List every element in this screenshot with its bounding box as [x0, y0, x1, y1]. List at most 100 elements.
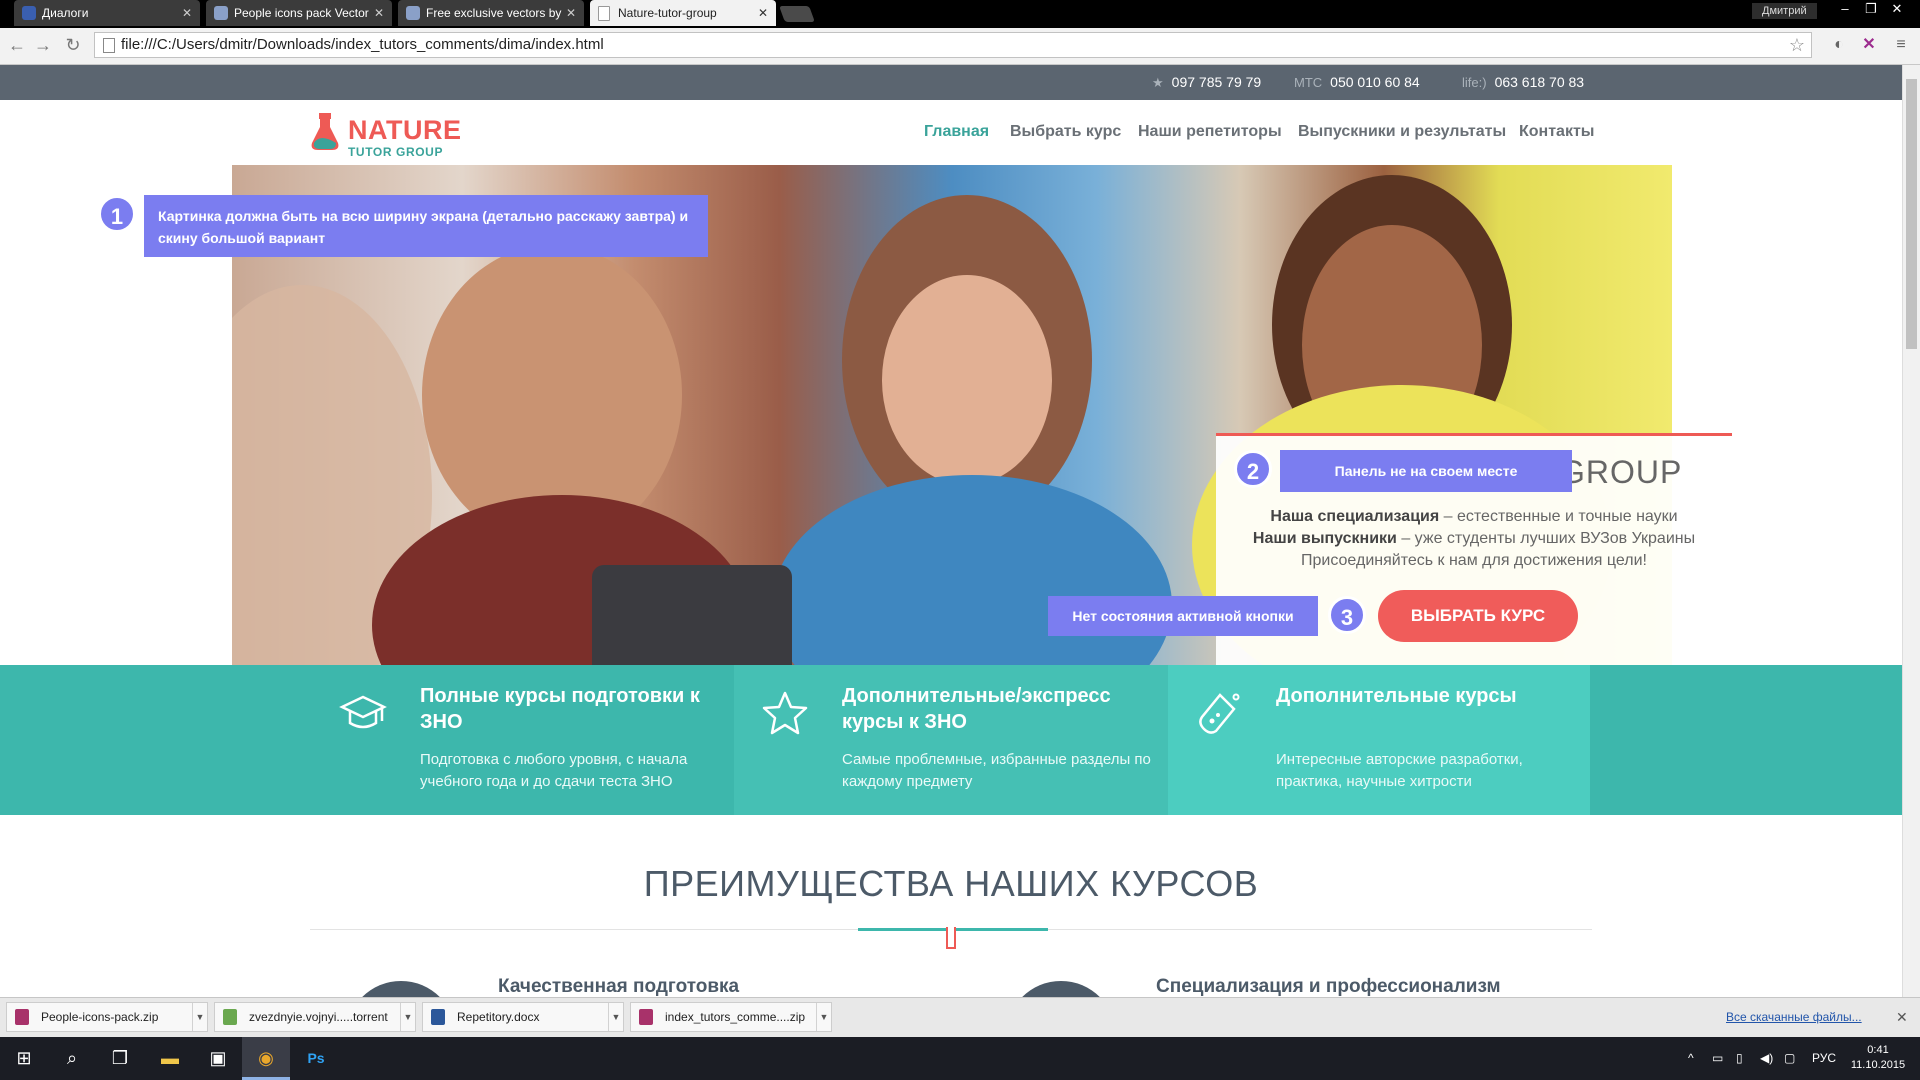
- start-icon[interactable]: ⊞: [0, 1037, 48, 1080]
- download-item[interactable]: index_tutors_comme....zip ▼: [630, 1002, 832, 1032]
- url-text[interactable]: file:///C:/Users/dmitr/Downloads/index_t…: [121, 33, 604, 57]
- download-name: People-icons-pack.zip: [41, 1010, 159, 1024]
- show-all-downloads-link[interactable]: Все скачанные файлы...: [1726, 998, 1862, 1036]
- close-icon[interactable]: ✕: [374, 0, 384, 26]
- feature-title: Дополнительные/экспресс курсы к ЗНО: [842, 685, 1111, 733]
- close-icon[interactable]: ✕: [182, 0, 192, 26]
- tab-people-icons[interactable]: People icons pack Vector ✕: [206, 0, 392, 26]
- browser-titlebar: Диалоги ✕ People icons pack Vector ✕ Fre…: [0, 0, 1920, 28]
- menu-icon[interactable]: ≡: [1890, 34, 1912, 56]
- power-icon[interactable]: ▯: [1736, 1037, 1743, 1080]
- photoshop-icon[interactable]: Ps: [292, 1037, 340, 1080]
- download-item[interactable]: Repetitory.docx ▼: [422, 1002, 624, 1032]
- close-icon[interactable]: ✕: [758, 0, 768, 26]
- feature-text: Подготовка с любого уровня, с начала уче…: [420, 751, 688, 790]
- nav-choose-course[interactable]: Выбрать курс: [1010, 123, 1121, 141]
- phone-number: 050 010 60 84: [1330, 74, 1420, 90]
- choose-course-button[interactable]: ВЫБРАТЬ КУРС: [1378, 590, 1578, 642]
- store-icon[interactable]: ▣: [194, 1037, 242, 1080]
- bookmark-icon: [946, 927, 956, 949]
- search-icon[interactable]: ⌕: [48, 1037, 96, 1080]
- star-icon: [762, 691, 808, 735]
- tab-title: Диалоги: [42, 6, 89, 20]
- close-window-icon[interactable]: ✕: [1884, 0, 1910, 20]
- phone-kyivstar[interactable]: ★ 097 785 79 79: [1152, 65, 1261, 100]
- notifications-icon[interactable]: ▢: [1784, 1037, 1795, 1080]
- site-logo[interactable]: NATURE TUTOR GROUP: [310, 107, 470, 161]
- new-tab-button[interactable]: [779, 6, 815, 22]
- bookmark-star-icon[interactable]: ☆: [1789, 33, 1805, 57]
- annotation-note-2: Панель не на своем месте: [1280, 450, 1572, 492]
- feature-full-courses[interactable]: Полные курсы подготовки к ЗНО Подготовка…: [312, 665, 734, 815]
- nav-graduates[interactable]: Выпускники и результаты: [1298, 123, 1506, 141]
- chevron-down-icon[interactable]: ▼: [608, 1003, 623, 1031]
- tab-title: People icons pack Vector: [234, 6, 369, 20]
- tray-arrow-icon[interactable]: ^: [1688, 1037, 1694, 1080]
- logo-subtitle: TUTOR GROUP: [348, 145, 444, 159]
- note-number-1: 1: [98, 195, 136, 233]
- download-name: zvezdnyie.vojnyi.....torrent: [249, 1010, 388, 1024]
- tab-free-vectors[interactable]: Free exclusive vectors by ✕: [398, 0, 584, 26]
- document-icon: [431, 1009, 445, 1025]
- nav-home[interactable]: Главная: [924, 123, 989, 141]
- language-indicator[interactable]: РУС: [1812, 1037, 1836, 1080]
- forward-icon[interactable]: →: [32, 34, 54, 56]
- panel-title: GROUP: [1560, 454, 1683, 490]
- logo-title: NATURE: [348, 115, 462, 145]
- scrollbar-thumb[interactable]: [1906, 79, 1917, 349]
- feature-text: Самые проблемные, избранные разделы по к…: [842, 751, 1151, 790]
- chrome-icon[interactable]: ◉: [242, 1037, 290, 1080]
- panel-line-graduates: Наши выпускники – уже студенты лучших ВУ…: [1252, 530, 1696, 547]
- phone-mts[interactable]: МТС 050 010 60 84: [1294, 65, 1420, 100]
- reload-icon[interactable]: ↻: [62, 34, 84, 56]
- volume-icon[interactable]: ◀): [1760, 1037, 1773, 1080]
- download-name: Repetitory.docx: [457, 1010, 540, 1024]
- download-name: index_tutors_comme....zip: [665, 1010, 806, 1024]
- annotation-note-3: Нет состояния активной кнопки: [1048, 596, 1318, 636]
- page-icon: [598, 6, 610, 21]
- task-view-icon[interactable]: ❐: [96, 1037, 144, 1080]
- minimize-icon[interactable]: –: [1832, 0, 1858, 20]
- file-explorer-icon[interactable]: ▬: [146, 1037, 194, 1080]
- contacts-topbar: ★ 097 785 79 79 МТС 050 010 60 84 life:) 06…: [0, 65, 1902, 100]
- chevron-down-icon[interactable]: ▼: [400, 1003, 415, 1031]
- mts-label: МТС: [1294, 75, 1323, 90]
- network-icon[interactable]: ▭: [1712, 1037, 1723, 1080]
- clock-date: 11.10.2015: [1850, 1059, 1906, 1071]
- clock-time: 0:41: [1867, 1044, 1889, 1056]
- annotation-note-1: Картинка должна быть на всю ширину экран…: [144, 195, 708, 257]
- advantage-title: Специализация и профессионализм: [1156, 976, 1501, 997]
- chevron-down-icon[interactable]: ▼: [192, 1003, 207, 1031]
- page-viewport: ★ 097 785 79 79 МТС 050 010 60 84 life:) 06…: [0, 65, 1902, 997]
- page-icon: [103, 38, 115, 53]
- features-band: Полные курсы подготовки к ЗНО Подготовка…: [0, 665, 1902, 815]
- profile-button[interactable]: Дмитрий: [1752, 3, 1817, 19]
- advantage-icon-circle: [346, 981, 456, 997]
- extension-x-icon[interactable]: ✕: [1858, 34, 1880, 56]
- clock[interactable]: 0:41 11.10.2015: [1848, 1043, 1908, 1073]
- download-item[interactable]: zvezdnyie.vojnyi.....torrent ▼: [214, 1002, 416, 1032]
- close-icon[interactable]: ✕: [1896, 998, 1908, 1036]
- tab-nature-tutor-group[interactable]: Nature-tutor-group ✕: [590, 0, 776, 26]
- windows-taskbar: ⊞ ⌕ ❐ ▬ ▣ ◉ Ps ^ ▭ ▯ ◀) ▢ РУС 0:41 11.10…: [0, 1037, 1920, 1080]
- torrent-icon: [223, 1009, 237, 1025]
- feature-express-courses[interactable]: Дополнительные/экспресс курсы к ЗНО Самы…: [734, 665, 1168, 815]
- tab-dialogs[interactable]: Диалоги ✕: [14, 0, 200, 26]
- phone-life[interactable]: life:) 063 618 70 83: [1462, 65, 1584, 100]
- feature-text: Интересные авторские разработки, практик…: [1276, 751, 1523, 790]
- restore-icon[interactable]: ❐: [1858, 0, 1884, 20]
- back-icon[interactable]: ←: [6, 34, 28, 56]
- nav-tutors[interactable]: Наши репетиторы: [1138, 123, 1282, 141]
- chevron-down-icon[interactable]: ▼: [816, 1003, 831, 1031]
- download-item[interactable]: People-icons-pack.zip ▼: [6, 1002, 208, 1032]
- nav-contacts[interactable]: Контакты: [1519, 123, 1594, 141]
- browser-toolbar: ← → ↻ file:///C:/Users/dmitr/Downloads/i…: [0, 28, 1920, 65]
- address-bar[interactable]: file:///C:/Users/dmitr/Downloads/index_t…: [94, 32, 1812, 58]
- close-icon[interactable]: ✕: [566, 0, 576, 26]
- phone-number: 097 785 79 79: [1171, 74, 1262, 90]
- feature-additional-courses[interactable]: Дополнительные курсы Интересные авторски…: [1168, 665, 1590, 815]
- life-label: life:): [1462, 75, 1487, 90]
- extension-icon[interactable]: ◐: [1828, 34, 1850, 56]
- page-scrollbar[interactable]: [1902, 65, 1920, 997]
- archive-icon: [15, 1009, 29, 1025]
